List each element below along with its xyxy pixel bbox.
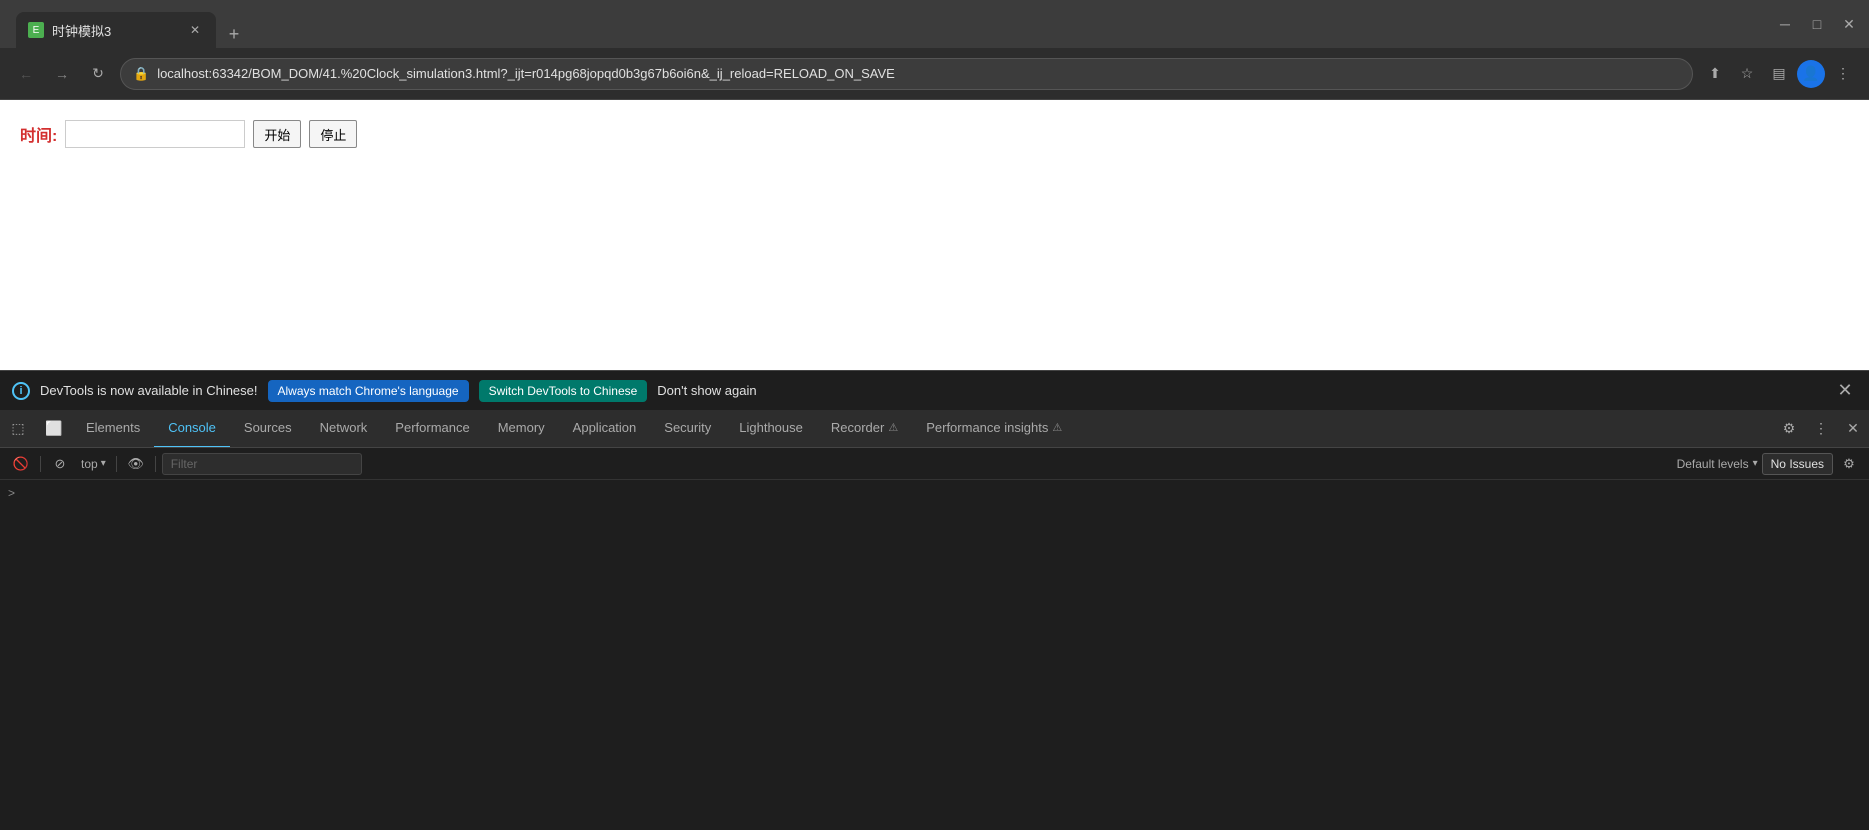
switch-to-chinese-button[interactable]: Switch DevTools to Chinese — [479, 380, 648, 402]
filter-input[interactable] — [162, 453, 362, 475]
tab-elements[interactable]: Elements — [72, 410, 154, 448]
default-levels-chevron: ▾ — [1753, 458, 1758, 469]
tab-lighthouse[interactable]: Lighthouse — [725, 410, 817, 448]
notification-info-icon: i — [12, 382, 30, 400]
console-prompt-line: > — [0, 484, 1869, 502]
lock-icon: 🔒 — [133, 66, 149, 82]
profile-avatar[interactable]: 👤 — [1797, 60, 1825, 88]
devtools-more-button[interactable]: ⋮ — [1805, 410, 1837, 448]
time-input[interactable] — [65, 120, 245, 148]
browser-window: E 时钟模拟3 ✕ + ─ □ ✕ ← → ↻ 🔒 localhost:6334… — [0, 0, 1869, 830]
stop-button[interactable]: 停止 — [309, 120, 357, 148]
tab-favicon: E — [28, 22, 44, 38]
console-prompt-icon: > — [8, 486, 15, 500]
devtools-notification: i DevTools is now available in Chinese! … — [0, 370, 1869, 410]
devtools-inspect-icon[interactable]: ⬚ — [0, 410, 36, 448]
tab-close-button[interactable]: ✕ — [186, 21, 204, 39]
toolbar-divider-3 — [155, 456, 156, 472]
close-button[interactable]: ✕ — [1837, 12, 1861, 36]
sidebar-icon-button[interactable]: ▤ — [1765, 60, 1793, 88]
tab-application[interactable]: Application — [559, 410, 651, 448]
always-match-language-button[interactable]: Always match Chrome's language — [268, 380, 469, 402]
dont-show-again-link[interactable]: Don't show again — [657, 383, 756, 398]
filter-toggle-button[interactable]: ⊘ — [47, 451, 73, 477]
share-icon-button[interactable]: ⬆ — [1701, 60, 1729, 88]
default-levels-label: Default levels — [1677, 457, 1749, 471]
toolbar-divider-1 — [40, 456, 41, 472]
url-bar[interactable]: 🔒 localhost:63342/BOM_DOM/41.%20Clock_si… — [120, 58, 1693, 90]
devtools-close-button[interactable]: ✕ — [1837, 410, 1869, 448]
tab-security[interactable]: Security — [650, 410, 725, 448]
bookmark-icon-button[interactable]: ☆ — [1733, 60, 1761, 88]
tab-recorder[interactable]: Recorder ⚠ — [817, 410, 912, 448]
devtools-panel: ⬚ ⬜ Elements Console Sources Network Per… — [0, 410, 1869, 830]
url-text: localhost:63342/BOM_DOM/41.%20Clock_simu… — [157, 66, 1680, 81]
tab-memory[interactable]: Memory — [484, 410, 559, 448]
console-settings-button[interactable]: ⚙ — [1837, 453, 1861, 475]
context-selector[interactable]: top ▾ — [77, 453, 110, 475]
minimize-button[interactable]: ─ — [1773, 12, 1797, 36]
toolbar-divider-2 — [116, 456, 117, 472]
notification-close-button[interactable]: ✕ — [1833, 379, 1857, 403]
tab-area: E 时钟模拟3 ✕ + — [16, 0, 1765, 48]
context-label: top — [81, 457, 98, 471]
title-bar: E 时钟模拟3 ✕ + ─ □ ✕ — [0, 0, 1869, 48]
context-chevron: ▾ — [101, 458, 106, 469]
clear-console-button[interactable]: 🚫 — [8, 451, 34, 477]
back-button[interactable]: ← — [12, 60, 40, 88]
maximize-button[interactable]: □ — [1805, 12, 1829, 36]
tab-console[interactable]: Console — [154, 410, 230, 448]
chrome-menu-button[interactable]: ⋮ — [1829, 60, 1857, 88]
devtools-settings-button[interactable]: ⚙ — [1773, 410, 1805, 448]
page-inner: 时间: 开始 停止 — [0, 100, 1869, 168]
notification-message: DevTools is now available in Chinese! — [40, 383, 258, 398]
console-output: > — [0, 480, 1869, 830]
eye-icon-button[interactable]: 👁 — [123, 451, 149, 477]
window-controls-right: ─ □ ✕ — [1773, 12, 1861, 36]
time-label: 时间: — [20, 122, 57, 146]
active-tab[interactable]: E 时钟模拟3 ✕ — [16, 12, 216, 48]
forward-button[interactable]: → — [48, 60, 76, 88]
no-issues-button[interactable]: No Issues — [1762, 453, 1833, 475]
default-levels-selector[interactable]: Default levels ▾ — [1677, 457, 1758, 471]
reload-button[interactable]: ↻ — [84, 60, 112, 88]
tab-performance-insights[interactable]: Performance insights ⚠ — [912, 410, 1076, 448]
devtools-right-controls: ⚙ ⋮ ✕ — [1773, 410, 1869, 448]
tab-network[interactable]: Network — [306, 410, 382, 448]
tab-performance[interactable]: Performance — [381, 410, 483, 448]
start-button[interactable]: 开始 — [253, 120, 301, 148]
new-tab-button[interactable]: + — [220, 20, 248, 48]
tab-sources[interactable]: Sources — [230, 410, 306, 448]
console-toolbar: 🚫 ⊘ top ▾ 👁 Default levels ▾ No Issues ⚙ — [0, 448, 1869, 480]
devtools-tab-bar: ⬚ ⬜ Elements Console Sources Network Per… — [0, 410, 1869, 448]
address-bar-right: ⬆ ☆ ▤ 👤 ⋮ — [1701, 60, 1857, 88]
devtools-device-icon[interactable]: ⬜ — [36, 410, 72, 448]
address-bar: ← → ↻ 🔒 localhost:63342/BOM_DOM/41.%20Cl… — [0, 48, 1869, 100]
page-content: 时间: 开始 停止 — [0, 100, 1869, 370]
tab-title: 时钟模拟3 — [52, 21, 178, 40]
